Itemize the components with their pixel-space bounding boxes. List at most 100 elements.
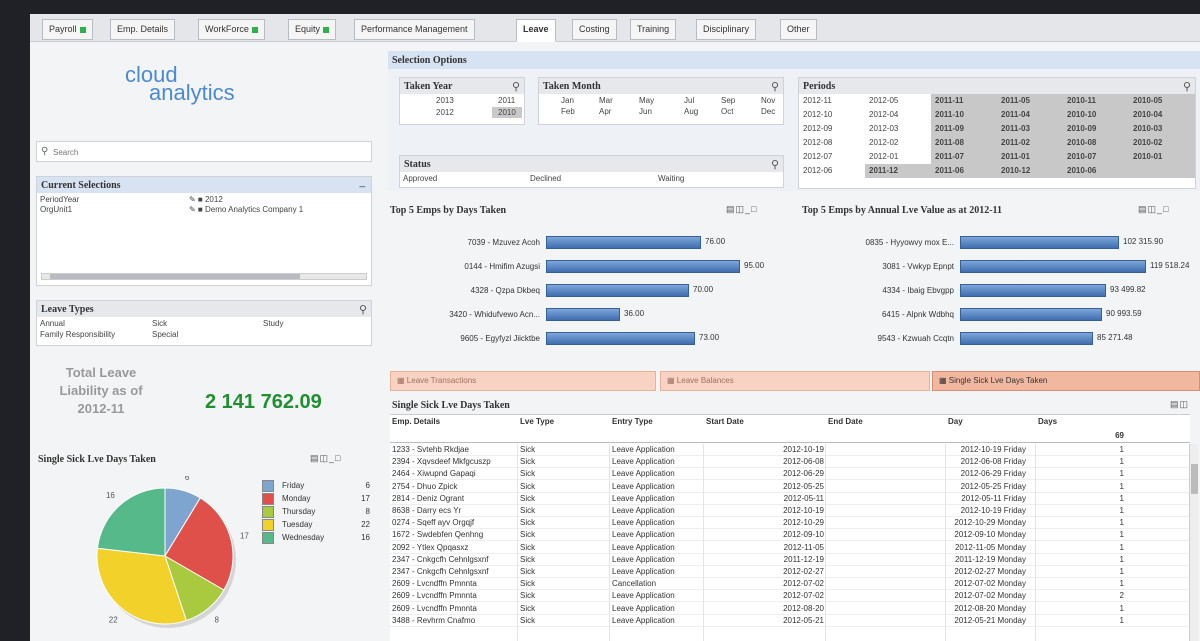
- legend-item[interactable]: Monday 17: [262, 493, 374, 506]
- period-item[interactable]: 2011-05: [997, 94, 1063, 108]
- horizontal-scrollbar[interactable]: [41, 273, 367, 280]
- list-item[interactable]: Family Responsibility: [40, 330, 115, 339]
- period-item[interactable]: 2012-05: [865, 94, 931, 108]
- legend-item[interactable]: Thursday 8: [262, 506, 374, 519]
- tab-performance-management[interactable]: Performance Management: [354, 19, 475, 40]
- bar[interactable]: [546, 284, 689, 297]
- selection-value[interactable]: ✎ ■ 2012: [189, 195, 223, 204]
- list-item[interactable]: Approved: [403, 174, 437, 183]
- bar[interactable]: [960, 236, 1119, 249]
- legend-item[interactable]: Tuesday 22: [262, 519, 374, 532]
- table-header-cell[interactable]: Lve Type: [520, 417, 612, 426]
- list-item[interactable]: 2012: [436, 108, 454, 117]
- search-icon[interactable]: ⚲: [771, 79, 779, 95]
- list-item[interactable]: Jul: [684, 96, 694, 105]
- bar[interactable]: [960, 308, 1102, 321]
- minimize-icon[interactable]: _: [359, 175, 365, 191]
- period-item[interactable]: 2012-11: [799, 94, 865, 108]
- search-icon[interactable]: ⚲: [771, 157, 779, 173]
- bar[interactable]: [546, 260, 740, 273]
- bar[interactable]: [960, 284, 1106, 297]
- tab-emp-details[interactable]: Emp. Details: [110, 19, 176, 40]
- period-item[interactable]: 2011-12: [865, 164, 931, 178]
- report-tab-single-sick[interactable]: ▦ Single Sick Lve Days Taken: [932, 371, 1200, 391]
- list-item[interactable]: Sick: [152, 319, 167, 328]
- list-item[interactable]: Feb: [561, 107, 575, 116]
- period-item[interactable]: 2012-01: [865, 150, 931, 164]
- period-item[interactable]: 2012-09: [799, 122, 865, 136]
- chart-toolbar-icons[interactable]: ▤◫_□: [1138, 204, 1169, 215]
- search-icon[interactable]: ⚲: [359, 302, 367, 318]
- bar[interactable]: [546, 236, 701, 249]
- tab-other[interactable]: Other: [780, 19, 817, 40]
- period-item[interactable]: 2012-07: [799, 150, 865, 164]
- period-item[interactable]: 2010-12: [997, 164, 1063, 178]
- selection-value[interactable]: ✎ ■ Demo Analytics Company 1: [189, 205, 303, 214]
- list-item[interactable]: Annual: [40, 319, 65, 328]
- list-item[interactable]: 2010: [492, 107, 522, 118]
- report-tab-leave-transactions[interactable]: ▦ Leave Transactions: [390, 371, 656, 391]
- bar[interactable]: [960, 260, 1146, 273]
- period-item[interactable]: 2010-07: [1063, 150, 1129, 164]
- vertical-scrollbar[interactable]: [1189, 444, 1198, 641]
- period-item[interactable]: 2010-05: [1129, 94, 1195, 108]
- table-header-cell[interactable]: Start Date: [706, 417, 796, 426]
- list-item[interactable]: 2013: [436, 96, 454, 105]
- period-item[interactable]: 2010-04: [1129, 108, 1195, 122]
- tab-leave[interactable]: Leave: [516, 19, 556, 42]
- list-item[interactable]: 2011: [498, 96, 515, 105]
- tab-training[interactable]: Training: [630, 19, 677, 40]
- chart-toolbar-icons[interactable]: ▤◫: [1170, 399, 1189, 410]
- bar[interactable]: [546, 332, 695, 345]
- list-item[interactable]: Sep: [721, 96, 735, 105]
- chart-toolbar-icons[interactable]: ▤◫_□: [726, 204, 757, 215]
- chart-toolbar-icons[interactable]: ▤◫_□: [310, 453, 341, 464]
- period-item[interactable]: 2010-02: [1129, 136, 1195, 150]
- table-header-cell[interactable]: Emp. Details: [392, 417, 520, 426]
- period-item[interactable]: 2010-09: [1063, 122, 1129, 136]
- list-item[interactable]: Aug: [684, 107, 698, 116]
- list-item[interactable]: Study: [263, 319, 283, 328]
- period-item[interactable]: 2012-04: [865, 108, 931, 122]
- table-header-cell[interactable]: Entry Type: [612, 417, 706, 426]
- list-item[interactable]: Apr: [599, 107, 611, 116]
- search-box[interactable]: ⚲: [36, 141, 372, 162]
- report-tab-leave-balances[interactable]: ▦ Leave Balances: [660, 371, 930, 391]
- period-item[interactable]: 2012-03: [865, 122, 931, 136]
- list-item[interactable]: Nov: [761, 96, 775, 105]
- list-item[interactable]: Mar: [599, 96, 613, 105]
- period-item[interactable]: 2011-11: [931, 94, 997, 108]
- search-input[interactable]: [53, 145, 353, 159]
- list-item[interactable]: May: [639, 96, 654, 105]
- tab-payroll[interactable]: Payroll: [42, 19, 93, 40]
- table-header-cell[interactable]: Days: [1038, 417, 1124, 426]
- table-header-cell[interactable]: Day: [948, 417, 1038, 426]
- period-item[interactable]: 2012-08: [799, 136, 865, 150]
- bar[interactable]: [546, 308, 620, 321]
- period-item[interactable]: 2011-01: [997, 150, 1063, 164]
- list-item[interactable]: Dec: [761, 107, 775, 116]
- period-item[interactable]: 2010-10: [1063, 108, 1129, 122]
- list-item[interactable]: Waiting: [658, 174, 684, 183]
- tab-workforce[interactable]: WorkForce: [198, 19, 265, 40]
- search-icon[interactable]: ⚲: [1183, 79, 1191, 95]
- list-item[interactable]: Declined: [530, 174, 561, 183]
- tab-equity[interactable]: Equity: [288, 19, 337, 40]
- table-header-cell[interactable]: End Date: [828, 417, 948, 426]
- period-item[interactable]: 2010-03: [1129, 122, 1195, 136]
- period-item[interactable]: 2010-11: [1063, 94, 1129, 108]
- search-icon[interactable]: ⚲: [512, 79, 520, 95]
- period-item[interactable]: 2010-08: [1063, 136, 1129, 150]
- period-item[interactable]: 2011-10: [931, 108, 997, 122]
- period-item[interactable]: 2012-06: [799, 164, 865, 178]
- tab-costing[interactable]: Costing: [572, 19, 617, 40]
- legend-item[interactable]: Wednesday 16: [262, 532, 374, 545]
- period-item[interactable]: 2011-02: [997, 136, 1063, 150]
- tab-disciplinary[interactable]: Disciplinary: [696, 19, 757, 40]
- period-item[interactable]: [1129, 164, 1195, 178]
- period-item[interactable]: 2012-10: [799, 108, 865, 122]
- list-item[interactable]: Jan: [561, 96, 574, 105]
- list-item[interactable]: Jun: [639, 107, 652, 116]
- legend-item[interactable]: Friday 6: [262, 480, 374, 493]
- period-item[interactable]: 2011-09: [931, 122, 997, 136]
